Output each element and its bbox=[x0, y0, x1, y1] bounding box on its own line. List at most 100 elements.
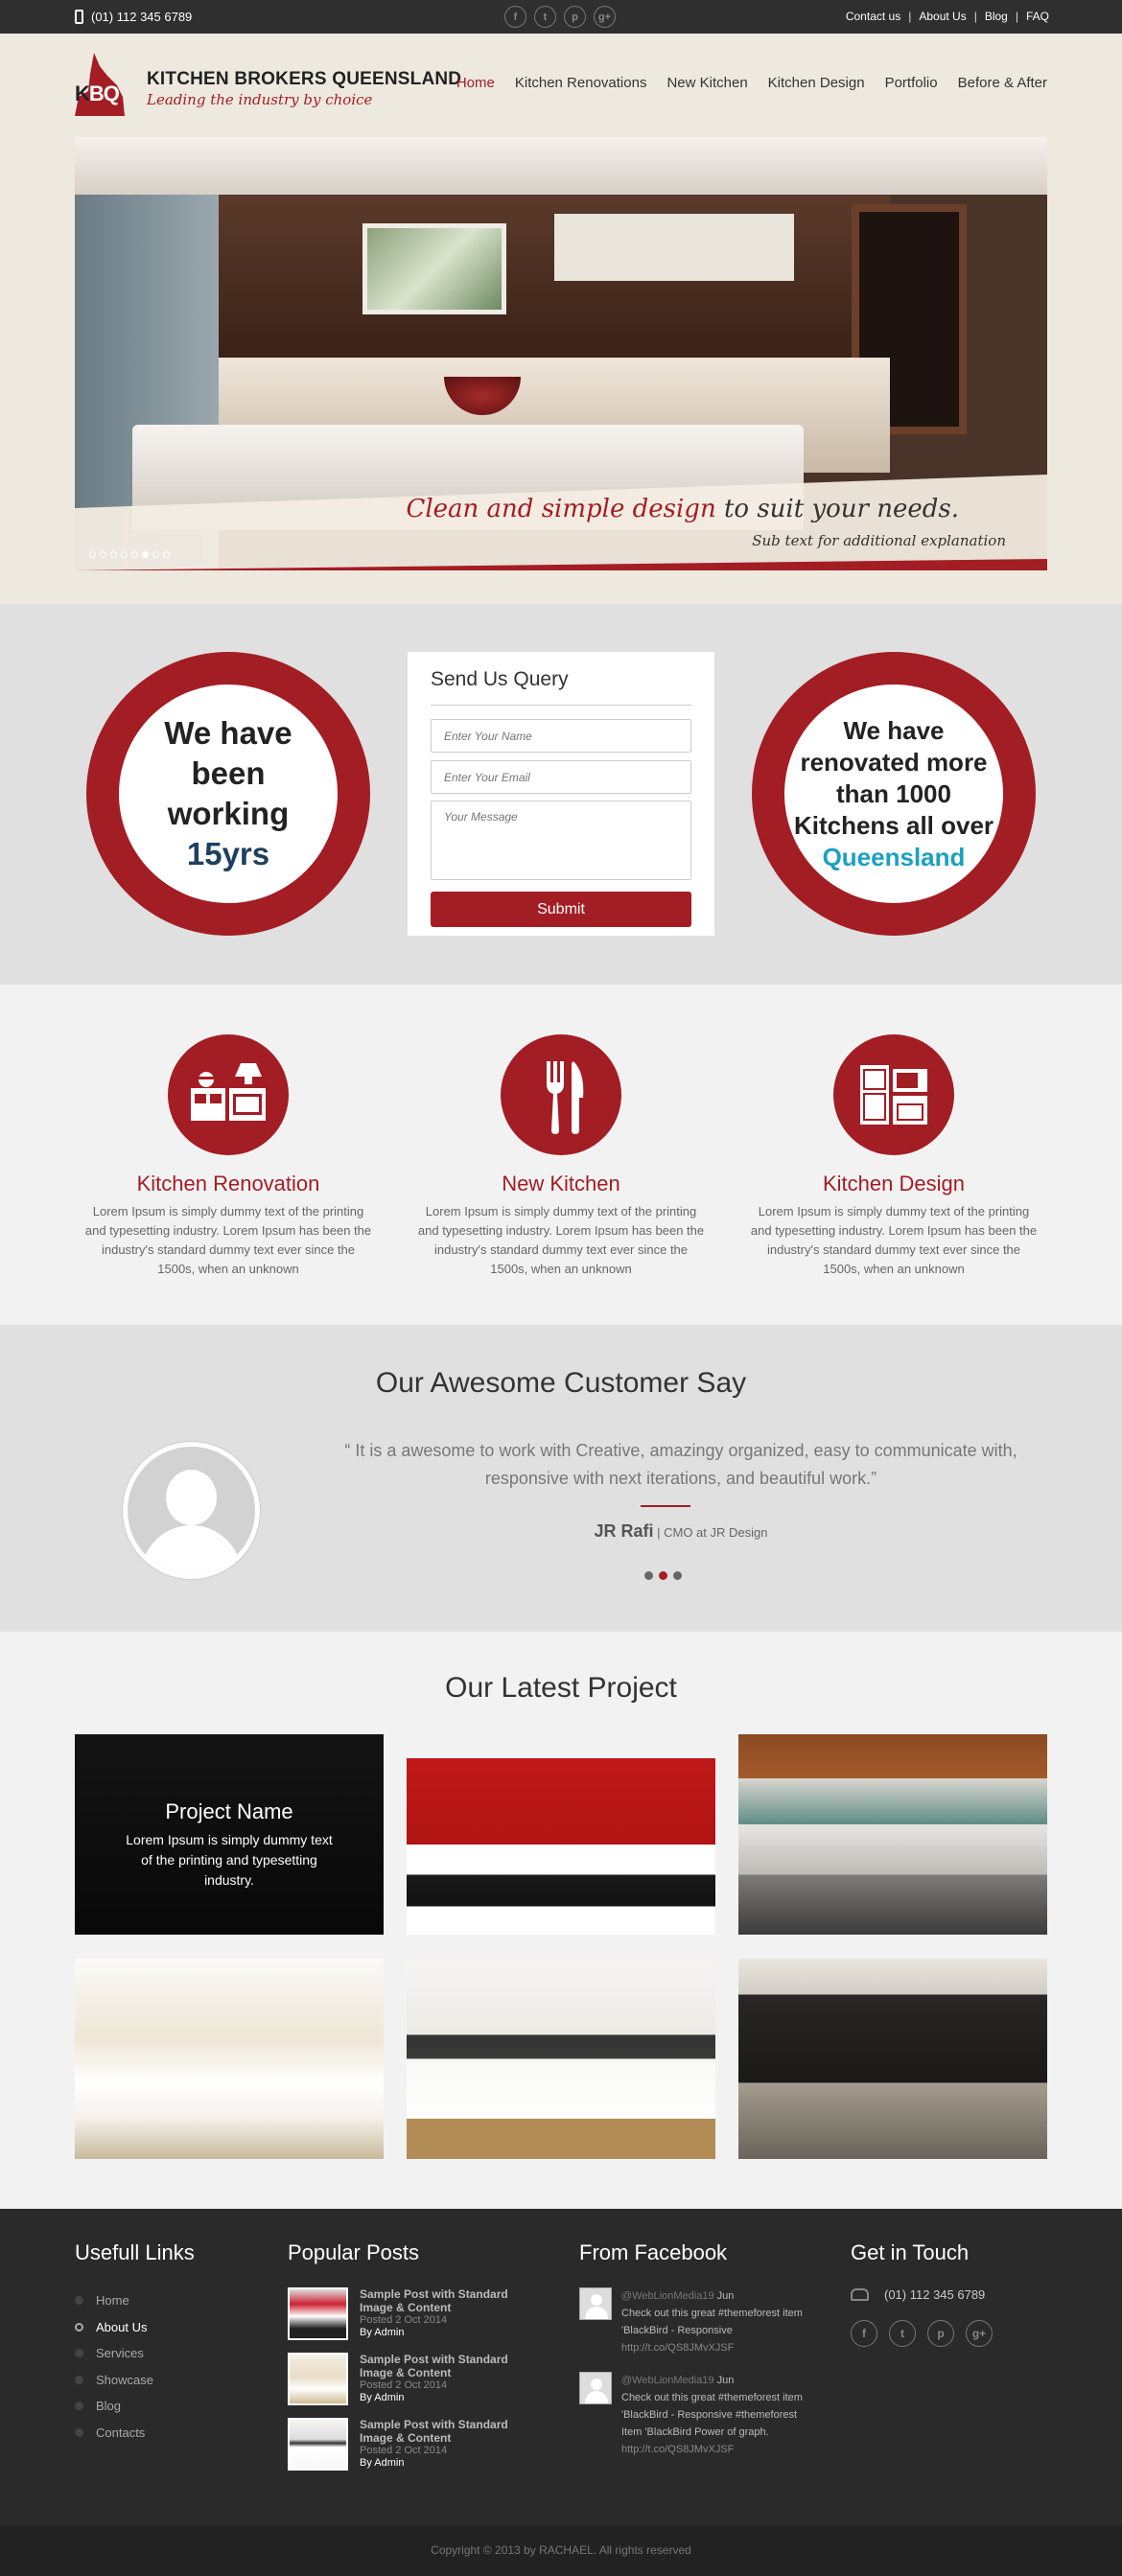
top-link-faq[interactable]: FAQ bbox=[1026, 10, 1049, 23]
twitter-icon[interactable]: t bbox=[889, 2320, 916, 2347]
footer-link-blog[interactable]: Blog bbox=[75, 2393, 195, 2420]
top-link-about[interactable]: About Us bbox=[919, 10, 966, 23]
nav-portfolio[interactable]: Portfolio bbox=[885, 75, 938, 91]
facebook-post[interactable]: @WebLionMedia19 Jun Check out this great… bbox=[579, 2287, 809, 2356]
facebook-post[interactable]: @WebLionMedia19 Jun Check out this great… bbox=[579, 2372, 809, 2458]
testimonial-dot[interactable] bbox=[644, 1571, 653, 1580]
testimonial-section: Our Awesome Customer Say “ It is a aweso… bbox=[0, 1325, 1122, 1632]
experience-badge-text: We have been working 15yrs bbox=[119, 685, 338, 903]
slider-dot[interactable] bbox=[89, 551, 96, 558]
footer-link-showcase[interactable]: Showcase bbox=[75, 2367, 195, 2394]
slider-dots bbox=[89, 551, 170, 558]
fridge-oven-icon[interactable] bbox=[833, 1034, 954, 1155]
project-card[interactable] bbox=[738, 1959, 1047, 2159]
logo-tagline: Leading the industry by choice bbox=[147, 91, 373, 108]
badge-highlight: 15yrs bbox=[186, 836, 270, 871]
slider-dot[interactable] bbox=[152, 551, 159, 558]
hero-image-ceiling bbox=[75, 137, 1047, 195]
footer-facebook: From Facebook @WebLionMedia19 Jun Check … bbox=[579, 2240, 809, 2473]
hero-caption: Clean and simple design to suit your nee… bbox=[406, 495, 959, 523]
mobile-phone-icon bbox=[75, 10, 83, 24]
slider-dot[interactable] bbox=[131, 551, 138, 558]
post-title: Sample Post with Standard Image & Conten… bbox=[360, 2287, 508, 2314]
twitter-icon[interactable]: t bbox=[534, 6, 556, 28]
google-plus-icon[interactable]: g+ bbox=[594, 6, 616, 28]
project-card[interactable] bbox=[407, 1959, 715, 2159]
slider-dot[interactable] bbox=[121, 551, 128, 558]
service-title: Kitchen Design bbox=[823, 1172, 965, 1195]
facebook-message: Check out this great #themeforest item '… bbox=[621, 2392, 803, 2438]
project-card[interactable] bbox=[407, 1734, 715, 1935]
projects-title: Our Latest Project bbox=[445, 1672, 677, 1704]
footer-useful-links: Usefull Links Home About Us Services Showca… bbox=[75, 2240, 195, 2446]
top-links: Contact us | About Us | Blog | FAQ bbox=[846, 10, 1049, 23]
main-nav: Home Kitchen Renovations New Kitchen Kit… bbox=[456, 75, 1047, 91]
facebook-link[interactable]: http://t.co/QS8JMvXJSF bbox=[621, 2342, 734, 2354]
nav-kitchen-design[interactable]: Kitchen Design bbox=[768, 75, 865, 91]
message-input[interactable] bbox=[431, 801, 691, 880]
nav-before-after[interactable]: Before & After bbox=[958, 75, 1047, 91]
testimonial-author: JR Rafi | CMO at JR Design bbox=[307, 1521, 1055, 1542]
post-thumbnail bbox=[288, 2287, 348, 2340]
footer-link-label: Home bbox=[96, 2293, 129, 2309]
post-date: Posted 2 Oct 2014 bbox=[360, 2445, 448, 2456]
submit-button[interactable]: Submit bbox=[431, 892, 691, 927]
fork-knife-icon[interactable] bbox=[501, 1034, 621, 1155]
nav-new-kitchen[interactable]: New Kitchen bbox=[666, 75, 747, 91]
facebook-icon[interactable]: f bbox=[851, 2320, 877, 2347]
slider-dot[interactable] bbox=[142, 551, 149, 558]
hero-slider[interactable]: Clean and simple design to suit your nee… bbox=[75, 137, 1047, 570]
project-image bbox=[407, 1734, 715, 1935]
kitchen-appliances-icon[interactable] bbox=[168, 1034, 289, 1155]
facebook-link[interactable]: http://t.co/QS8JMvXJSF bbox=[621, 2444, 734, 2455]
footer-link-home[interactable]: Home bbox=[75, 2287, 195, 2314]
pinterest-icon[interactable]: p bbox=[927, 2320, 954, 2347]
popular-post[interactable]: Sample Post with Standard Image & Conten… bbox=[288, 2353, 537, 2405]
avatar bbox=[123, 1442, 260, 1579]
top-link-blog[interactable]: Blog bbox=[985, 10, 1008, 23]
projects-section: Our Latest Project Project Name Lorem Ip… bbox=[0, 1632, 1122, 2209]
logo[interactable]: KBQ KITCHEN BROKERS QUEENSLAND Leading t… bbox=[75, 53, 461, 120]
testimonial-dot[interactable] bbox=[659, 1571, 667, 1580]
project-card[interactable] bbox=[738, 1734, 1047, 1935]
project-card[interactable] bbox=[75, 1959, 384, 2159]
google-plus-icon[interactable]: g+ bbox=[966, 2320, 993, 2347]
facebook-handle[interactable]: @WebLionMedia19 bbox=[621, 2375, 714, 2386]
nav-kitchen-renovations[interactable]: Kitchen Renovations bbox=[515, 75, 647, 91]
facebook-time: Jun bbox=[716, 2290, 735, 2302]
post-info: Sample Post with Standard Image & Conten… bbox=[360, 2353, 537, 2405]
popular-post[interactable]: Sample Post with Standard Image & Conten… bbox=[288, 2418, 537, 2471]
facebook-avatar bbox=[579, 2287, 612, 2320]
footer-link-contacts[interactable]: Contacts bbox=[75, 2420, 195, 2447]
footer-link-about-us[interactable]: About Us bbox=[75, 2314, 195, 2341]
project-image bbox=[75, 1959, 384, 2159]
badge-line: We have bbox=[843, 715, 945, 745]
footer-link-services[interactable]: Services bbox=[75, 2340, 195, 2367]
project-card[interactable]: Project Name Lorem Ipsum is simply dummy… bbox=[75, 1734, 384, 1935]
bullet-icon bbox=[75, 2375, 83, 2384]
facebook-icon[interactable]: f bbox=[504, 6, 526, 28]
project-image bbox=[738, 1734, 1047, 1935]
post-info: Sample Post with Standard Image & Conten… bbox=[360, 2418, 537, 2471]
top-link-contact[interactable]: Contact us bbox=[846, 10, 900, 23]
email-input[interactable] bbox=[431, 760, 691, 794]
testimonial-dot[interactable] bbox=[673, 1571, 682, 1580]
service-new-kitchen: New Kitchen Lorem Ipsum is simply dummy … bbox=[417, 1034, 705, 1279]
service-description: Lorem Ipsum is simply dummy text of the … bbox=[750, 1204, 1038, 1276]
project-image bbox=[407, 1959, 715, 2159]
post-title: Sample Post with Standard Image & Conten… bbox=[360, 2418, 508, 2445]
top-bar: (01) 112 345 6789 f t p g+ Contact us | A… bbox=[0, 0, 1122, 34]
slider-dot[interactable] bbox=[163, 551, 170, 558]
facebook-avatar bbox=[579, 2372, 612, 2404]
facebook-message: Check out this great #themeforest item '… bbox=[621, 2308, 803, 2336]
project-description: Lorem Ipsum is simply dummy text of the … bbox=[126, 1832, 333, 1888]
name-input[interactable] bbox=[431, 719, 691, 753]
contact-phone-number: (01) 112 345 6789 bbox=[884, 2287, 986, 2302]
facebook-handle[interactable]: @WebLionMedia19 bbox=[621, 2290, 714, 2302]
popular-post[interactable]: Sample Post with Standard Image & Conten… bbox=[288, 2287, 537, 2340]
pinterest-icon[interactable]: p bbox=[564, 6, 586, 28]
nav-home[interactable]: Home bbox=[456, 75, 495, 91]
service-title: New Kitchen bbox=[502, 1172, 620, 1195]
slider-dot[interactable] bbox=[110, 551, 117, 558]
slider-dot[interactable] bbox=[100, 551, 106, 558]
